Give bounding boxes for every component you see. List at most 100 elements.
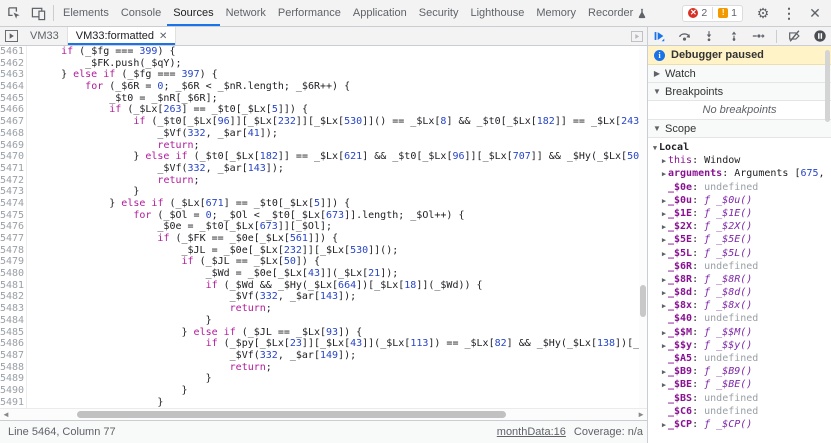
line-number[interactable]: 5465 (0, 93, 21, 105)
line-number[interactable]: 5463 (0, 69, 21, 81)
line-number-gutter[interactable]: 5461546254635464546554665467546854695470… (0, 46, 27, 408)
line-number[interactable]: 5476 (0, 221, 21, 233)
scope-variable-row[interactable]: ▶_$CP: ƒ _$CP() (651, 418, 831, 431)
scope-variable-row[interactable]: ▶_$8d: ƒ _$8d() (651, 286, 831, 299)
tab-elements[interactable]: Elements (57, 0, 115, 26)
show-navigator-icon[interactable] (0, 27, 22, 45)
scroll-left-arrow-icon[interactable]: ◄ (2, 410, 10, 420)
file-tab-vm33[interactable]: VM33 (22, 27, 68, 45)
scope-variable-row[interactable]: ▶_$1E: ƒ _$1E() (651, 207, 831, 220)
variable-value: ƒ _$5L() (704, 248, 752, 259)
line-number[interactable]: 5472 (0, 175, 21, 187)
line-number[interactable]: 5479 (0, 256, 21, 268)
line-number[interactable]: 5483 (0, 303, 21, 315)
scroll-right-arrow-icon[interactable]: ► (637, 410, 645, 420)
code-line: _$0e = _$t0[_$Lx[673]][_$Ol]; (37, 221, 647, 233)
chevron-down-icon: ▼ (653, 87, 661, 96)
line-number[interactable]: 5488 (0, 362, 21, 374)
settings-gear-icon[interactable]: ⚙ (751, 1, 775, 25)
step-out-button[interactable] (727, 29, 742, 43)
scope-local-row[interactable]: ▼Local (651, 141, 831, 154)
inspect-element-icon[interactable] (2, 1, 26, 25)
scope-variable-row[interactable]: ▶_$8x: ƒ _$8x() (651, 299, 831, 312)
tab-sources[interactable]: Sources (167, 0, 219, 26)
step-button[interactable] (751, 29, 766, 43)
sidebar-scrollbar[interactable] (824, 47, 831, 137)
scope-variable-row[interactable]: ▶_$B9: ƒ _$B9() (651, 365, 831, 378)
error-badge[interactable]: ✕ 2 (683, 7, 712, 19)
more-menu-icon[interactable]: ⋮ (777, 1, 801, 25)
line-number[interactable]: 5467 (0, 116, 21, 128)
device-toolbar-icon[interactable] (26, 1, 50, 25)
deactivate-breakpoints-button[interactable] (787, 29, 802, 43)
tab-recorder[interactable]: Recorder (582, 0, 653, 26)
horizontal-scrollbar-thumb[interactable] (77, 411, 506, 418)
line-number[interactable]: 5466 (0, 104, 21, 116)
line-number[interactable]: 5485 (0, 327, 21, 339)
tab-security[interactable]: Security (413, 0, 465, 26)
code-line: for (_$6R = 0; _$6R < _$nR.length; _$6R+… (37, 81, 647, 93)
line-number[interactable]: 5470 (0, 151, 21, 163)
close-tab-icon[interactable]: ✕ (159, 31, 167, 42)
line-number[interactable]: 5473 (0, 186, 21, 198)
line-number[interactable]: 5475 (0, 210, 21, 222)
watch-section-header[interactable]: ▶ Watch (648, 65, 831, 83)
code-editor[interactable]: 5461546254635464546554665467546854695470… (0, 46, 647, 408)
sidebar-scrollbar-thumb[interactable] (825, 50, 830, 122)
scope-variable-row[interactable]: ▶_$2X: ƒ _$2X() (651, 220, 831, 233)
close-devtools-icon[interactable]: ✕ (803, 1, 827, 25)
tab-performance[interactable]: Performance (272, 0, 347, 26)
source-code[interactable]: if (_$fg === 399) { _$FK.push(_$qY); } e… (27, 46, 647, 408)
variable-name: _$2X (668, 221, 692, 232)
devtools-window: ElementsConsoleSourcesNetworkPerformance… (0, 0, 831, 443)
tab-network[interactable]: Network (220, 0, 272, 26)
line-number[interactable]: 5464 (0, 81, 21, 93)
file-tab-vm33-formatted[interactable]: VM33:formatted✕ (68, 27, 177, 45)
tab-console[interactable]: Console (115, 0, 167, 26)
line-number[interactable]: 5482 (0, 291, 21, 303)
scope-section-header[interactable]: ▼ Scope (648, 120, 831, 138)
scope-variable-row[interactable]: ▶this: Window (651, 154, 831, 167)
line-number[interactable]: 5480 (0, 268, 21, 280)
line-number[interactable]: 5491 (0, 397, 21, 408)
line-number[interactable]: 5471 (0, 163, 21, 175)
pause-on-exceptions-button[interactable] (812, 29, 827, 43)
scope-variable-row[interactable]: ▶_$$y: ƒ _$$y() (651, 339, 831, 352)
more-tabs-icon[interactable] (627, 27, 647, 45)
scope-variable-row[interactable]: ▶_$0u: ƒ _$0u() (651, 194, 831, 207)
editor-horizontal-scrollbar[interactable]: ◄ ► (0, 408, 647, 420)
line-number[interactable]: 5469 (0, 140, 21, 152)
tab-application[interactable]: Application (347, 0, 413, 26)
monthdata-link[interactable]: monthData:16 (497, 426, 566, 438)
line-number[interactable]: 5489 (0, 373, 21, 385)
line-number[interactable]: 5490 (0, 385, 21, 397)
line-number[interactable]: 5481 (0, 280, 21, 292)
breakpoints-section-header[interactable]: ▼ Breakpoints (648, 83, 831, 101)
step-over-button[interactable] (677, 29, 692, 43)
code-line: _$Vf(332, _$ar[41]); (37, 128, 647, 140)
tab-lighthouse[interactable]: Lighthouse (464, 0, 530, 26)
line-number[interactable]: 5484 (0, 315, 21, 327)
scope-variable-row[interactable]: ▶_$8R: ƒ _$8R() (651, 273, 831, 286)
variable-value: undefined (704, 182, 758, 193)
scope-variable-row[interactable]: ▶_$5E: ƒ _$5E() (651, 233, 831, 246)
line-number[interactable]: 5462 (0, 58, 21, 70)
scope-variable-row[interactable]: ▶_$5L: ƒ _$5L() (651, 247, 831, 260)
line-number[interactable]: 5487 (0, 350, 21, 362)
resume-button[interactable] (652, 29, 667, 43)
line-number[interactable]: 5477 (0, 233, 21, 245)
warning-badge[interactable]: ! 1 (712, 7, 742, 19)
scope-variable-row[interactable]: ▶_$BE: ƒ _$BE() (651, 378, 831, 391)
step-into-button[interactable] (702, 29, 717, 43)
line-number[interactable]: 5461 (0, 46, 21, 58)
code-line: _$FK.push(_$qY); (37, 58, 647, 70)
vertical-scrollbar-thumb[interactable] (640, 285, 646, 317)
line-number[interactable]: 5486 (0, 338, 21, 350)
editor-vertical-scrollbar[interactable] (639, 46, 647, 408)
line-number[interactable]: 5468 (0, 128, 21, 140)
scope-variable-row[interactable]: ▶_$$M: ƒ _$$M() (651, 326, 831, 339)
scope-variable-row[interactable]: ▶arguments: Arguments [675, o (651, 167, 831, 180)
line-number[interactable]: 5478 (0, 245, 21, 257)
line-number[interactable]: 5474 (0, 198, 21, 210)
tab-memory[interactable]: Memory (530, 0, 582, 26)
